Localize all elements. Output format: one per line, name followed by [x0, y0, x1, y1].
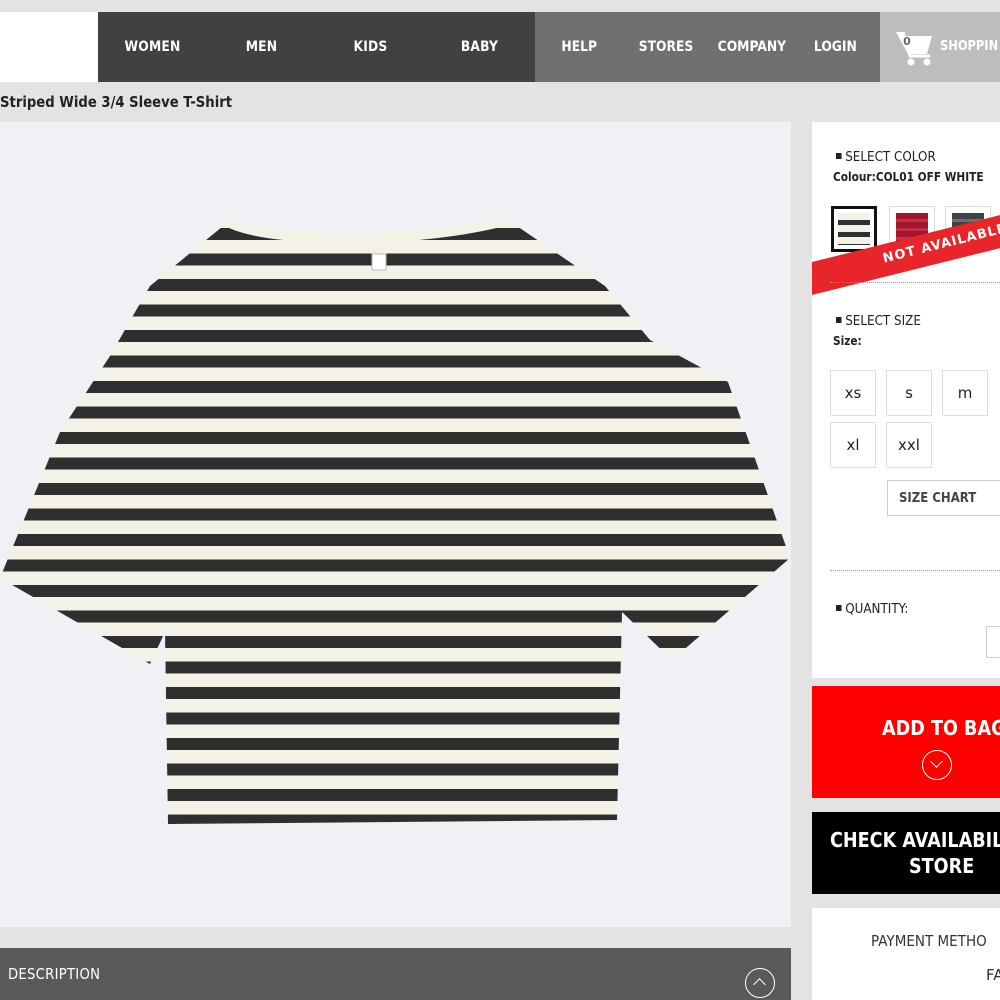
stripe-swatch-chip	[838, 213, 870, 245]
payment-methods-panel: PAYMENT METHO FA	[812, 908, 1000, 1000]
cart-count: 0	[903, 35, 911, 48]
size-option-s[interactable]: s	[886, 370, 932, 416]
nav-women[interactable]: WOMEN	[105, 39, 201, 55]
description-label: DESCRIPTION	[8, 965, 101, 983]
nav-stores[interactable]: STORES	[639, 39, 694, 55]
selected-colour-text: Colour:COL01 OFF WHITE	[833, 170, 984, 184]
check-availability-line1: CHECK AVAILABILI	[830, 828, 1000, 852]
description-toggle-bar[interactable]: DESCRIPTION	[0, 948, 791, 1000]
size-option-xs[interactable]: xs	[830, 370, 876, 416]
chevron-down-icon	[922, 750, 952, 780]
nav-kids[interactable]: KIDS	[323, 39, 419, 55]
product-image-panel	[0, 122, 791, 927]
shopping-cart-button[interactable]: 0 SHOPPIN	[880, 12, 1000, 82]
select-size-heading: SELECT SIZE	[836, 314, 921, 329]
cart-label: SHOPPIN	[940, 39, 999, 54]
payment-methods-label: PAYMENT METHO	[871, 932, 987, 950]
check-store-availability-button[interactable]: CHECK AVAILABILI STORE	[812, 812, 1000, 894]
product-image[interactable]	[0, 222, 791, 942]
selected-size-text: Size:	[833, 334, 862, 348]
logo[interactable]	[0, 12, 98, 82]
color-swatch-off-white[interactable]	[831, 206, 877, 252]
main-nav: WOMEN MEN KIDS BABY	[98, 12, 535, 82]
chevron-up-icon[interactable]	[745, 968, 775, 998]
nav-help[interactable]: HELP	[561, 39, 597, 55]
size-chart-label: SIZE CHART	[899, 490, 977, 506]
select-color-heading: SELECT COLOR	[836, 150, 936, 165]
product-options-panel: SELECT COLOR Colour:COL01 OFF WHITE NOT …	[812, 122, 1000, 678]
nav-login[interactable]: LOGIN	[814, 39, 857, 55]
quantity-heading: QUANTITY:	[836, 602, 908, 617]
size-option-m[interactable]: m	[942, 370, 988, 416]
size-chart-button[interactable]: SIZE CHART	[887, 480, 1000, 516]
divider	[830, 570, 1000, 571]
utility-nav: HELP STORES COMPANY LOGIN	[535, 12, 880, 82]
size-option-xxl[interactable]: xxl	[886, 422, 932, 468]
nav-men[interactable]: MEN	[214, 39, 310, 55]
size-option-xl[interactable]: xl	[830, 422, 876, 468]
payment-fa-text: FA	[986, 966, 1000, 984]
site-header: WOMEN MEN KIDS BABY HELP STORES COMPANY …	[0, 12, 1000, 82]
divider	[830, 282, 1000, 283]
product-title: Striped Wide 3/4 Sleeve T-Shirt	[0, 93, 233, 111]
check-availability-line2: STORE	[909, 854, 975, 878]
add-to-bag-label: ADD TO BAG	[882, 716, 1000, 740]
nav-company[interactable]: COMPANY	[718, 39, 786, 55]
quantity-select[interactable]	[986, 626, 1000, 658]
add-to-bag-button[interactable]: ADD TO BAG	[812, 686, 1000, 798]
nav-baby[interactable]: BABY	[432, 39, 528, 55]
